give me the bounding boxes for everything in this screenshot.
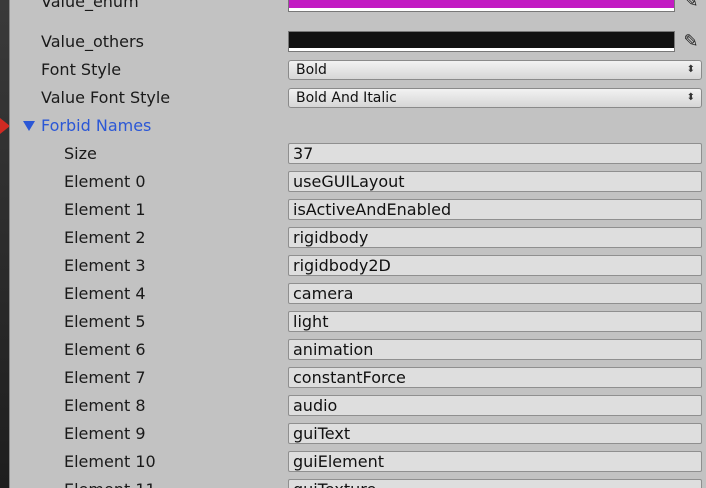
list-item: Element 7 constantForce xyxy=(10,364,706,392)
element-label: Element 5 xyxy=(64,312,146,331)
element-label: Element 7 xyxy=(64,368,146,387)
element-input[interactable]: useGUILayout xyxy=(288,171,702,192)
array-size-row: Size 37 xyxy=(10,140,706,168)
element-label: Element 9 xyxy=(64,424,146,443)
element-label: Element 6 xyxy=(64,340,146,359)
list-item: Element 9 guiText xyxy=(10,420,706,448)
element-input[interactable]: animation xyxy=(288,339,702,360)
list-item: Element 3 rigidbody2D xyxy=(10,252,706,280)
value-others-color-field[interactable] xyxy=(288,31,675,52)
font-style-label: Font Style xyxy=(41,60,122,79)
value-others-label: Value_others xyxy=(41,32,144,51)
element-input[interactable]: guiText xyxy=(288,423,702,444)
size-input[interactable]: 37 xyxy=(288,143,702,164)
eyedropper-icon[interactable]: ✎ xyxy=(680,31,702,53)
up-down-arrows-icon: ⬍ xyxy=(686,64,695,75)
element-label: Element 11 xyxy=(64,476,156,488)
element-input[interactable]: guiTexture xyxy=(288,479,702,488)
property-value-enum: Value_enum ✎ xyxy=(10,0,706,16)
inspector-panel: Value_enum ✎ Value_others ✎ Font Style B… xyxy=(9,0,706,488)
property-value-font-style: Value Font Style Bold And Italic ⬍ xyxy=(10,84,706,112)
list-item: Element 1 isActiveAndEnabled xyxy=(10,196,706,224)
element-input[interactable]: audio xyxy=(288,395,702,416)
list-item: Element 8 audio xyxy=(10,392,706,420)
element-input[interactable]: isActiveAndEnabled xyxy=(288,199,702,220)
forbid-names-foldout[interactable]: Forbid Names xyxy=(10,112,706,140)
property-font-style: Font Style Bold ⬍ xyxy=(10,56,706,84)
list-item: Element 11 guiTexture xyxy=(10,476,706,488)
eyedropper-icon[interactable]: ✎ xyxy=(680,0,702,13)
value-font-style-label: Value Font Style xyxy=(41,88,171,107)
value-enum-label: Value_enum xyxy=(41,0,139,11)
up-down-arrows-icon: ⬍ xyxy=(686,92,695,103)
element-label: Element 8 xyxy=(64,396,146,415)
element-input[interactable]: rigidbody2D xyxy=(288,255,702,276)
list-item: Element 10 guiElement xyxy=(10,448,706,476)
element-label: Element 2 xyxy=(64,228,146,247)
element-input[interactable]: light xyxy=(288,311,702,332)
font-style-value: Bold xyxy=(296,62,327,78)
list-item: Element 0 useGUILayout xyxy=(10,168,706,196)
property-value-others: Value_others ✎ xyxy=(10,28,706,56)
element-label: Element 0 xyxy=(64,172,146,191)
size-label: Size xyxy=(64,144,97,163)
element-label: Element 4 xyxy=(64,284,146,303)
element-input[interactable]: camera xyxy=(288,283,702,304)
element-input[interactable]: rigidbody xyxy=(288,227,702,248)
list-item: Element 6 animation xyxy=(10,336,706,364)
list-item: Element 4 camera xyxy=(10,280,706,308)
forbid-names-label: Forbid Names xyxy=(41,116,152,135)
element-input[interactable]: constantForce xyxy=(288,367,702,388)
element-label: Element 3 xyxy=(64,256,146,275)
value-font-style-dropdown[interactable]: Bold And Italic ⬍ xyxy=(288,88,702,108)
element-label: Element 1 xyxy=(64,200,146,219)
value-font-style-value: Bold And Italic xyxy=(296,90,397,106)
font-style-dropdown[interactable]: Bold ⬍ xyxy=(288,60,702,80)
value-enum-color-field[interactable] xyxy=(288,0,675,12)
element-input[interactable]: guiElement xyxy=(288,451,702,472)
list-item: Element 5 light xyxy=(10,308,706,336)
element-label: Element 10 xyxy=(64,452,156,471)
triangle-down-icon[interactable] xyxy=(23,121,35,131)
list-item: Element 2 rigidbody xyxy=(10,224,706,252)
